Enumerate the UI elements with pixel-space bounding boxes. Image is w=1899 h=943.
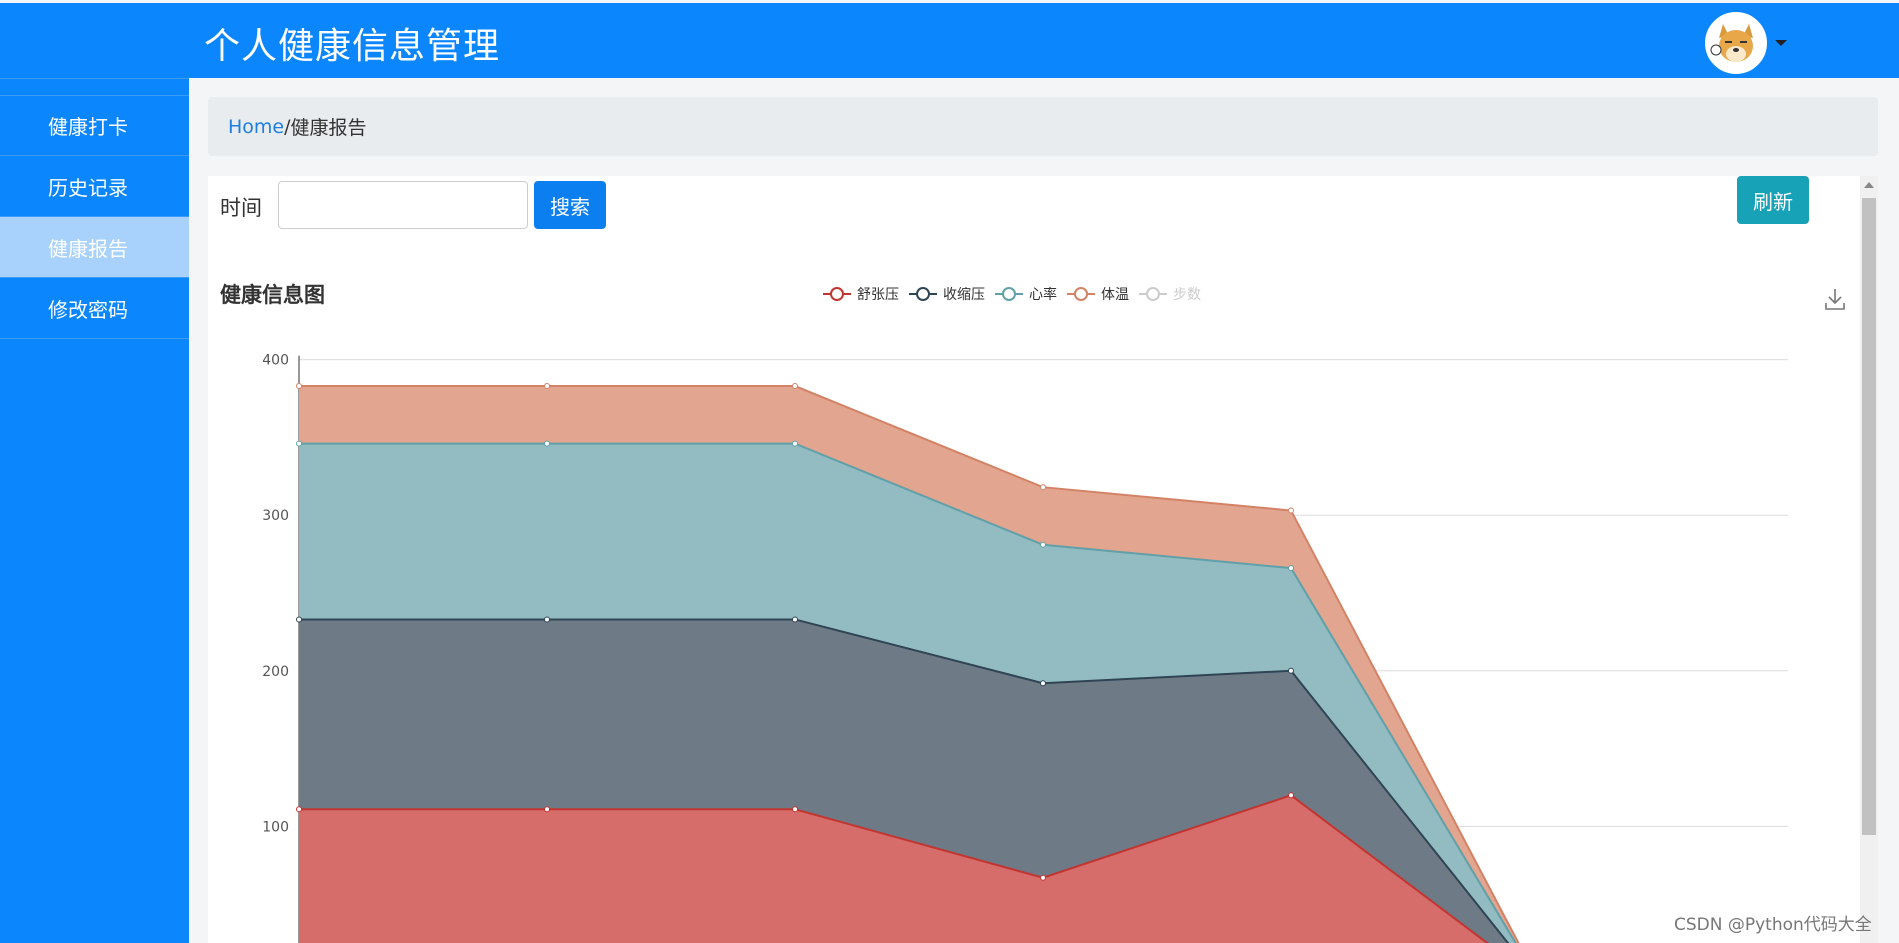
- breadcrumb-current: 健康报告: [290, 117, 367, 139]
- data-point[interactable]: [1288, 565, 1294, 572]
- breadcrumb: Home / 健康报告: [208, 97, 1878, 156]
- legend-item[interactable]: 心率: [995, 284, 1057, 304]
- data-point[interactable]: [544, 806, 550, 813]
- avatar[interactable]: [1705, 12, 1767, 74]
- chart-title: 健康信息图: [220, 283, 325, 307]
- legend-label: 心率: [1029, 287, 1057, 303]
- sidebar-item-password[interactable]: 修改密码: [0, 278, 189, 339]
- legend-marker-icon: [823, 287, 851, 301]
- legend-item[interactable]: 舒张压: [823, 284, 899, 304]
- legend-marker-icon: [909, 287, 937, 301]
- search-button[interactable]: 搜索: [534, 181, 606, 229]
- legend-label: 舒张压: [857, 287, 899, 303]
- watermark: CSDN @Python代码大全: [1674, 915, 1872, 935]
- refresh-button[interactable]: 刷新: [1737, 176, 1809, 224]
- legend-label: 步数: [1173, 287, 1201, 303]
- data-point[interactable]: [544, 616, 550, 623]
- data-point[interactable]: [296, 383, 302, 390]
- y-tick-label: 200: [262, 664, 289, 680]
- legend-item[interactable]: 步数: [1139, 284, 1201, 304]
- data-point[interactable]: [1040, 541, 1046, 548]
- top-header: 个人健康信息管理: [0, 3, 1899, 78]
- data-point[interactable]: [296, 616, 302, 623]
- data-point[interactable]: [1040, 484, 1046, 491]
- sidebar-item-label: 修改密码: [48, 297, 128, 322]
- legend-item[interactable]: 体温: [1067, 284, 1129, 304]
- y-tick-label: 300: [262, 508, 289, 524]
- sidebar: 健康打卡 历史记录 健康报告 修改密码: [0, 78, 189, 943]
- chevron-down-icon[interactable]: [1775, 40, 1787, 46]
- sidebar-item-report[interactable]: 健康报告: [0, 217, 189, 278]
- legend-marker-icon: [1139, 287, 1167, 301]
- report-panel: 时间 搜索 刷新 健康信息图 舒张压 收缩压 心率 体温 步数 100 200 300 400: [208, 176, 1878, 943]
- breadcrumb-home-link[interactable]: Home: [228, 116, 284, 138]
- sidebar-item-label: 健康报告: [48, 236, 128, 261]
- shiba-avatar-icon: [1707, 14, 1765, 72]
- data-point[interactable]: [1040, 874, 1046, 881]
- user-menu[interactable]: [1705, 11, 1787, 75]
- scrollbar-thumb[interactable]: [1862, 198, 1876, 835]
- sidebar-item-label: 历史记录: [48, 175, 128, 200]
- sidebar-item-label: 健康打卡: [48, 115, 128, 139]
- time-label: 时间: [220, 196, 262, 220]
- data-point[interactable]: [544, 383, 550, 390]
- y-tick-label: 400: [262, 353, 289, 369]
- app-title: 个人健康信息管理: [204, 26, 501, 67]
- data-point[interactable]: [1288, 792, 1294, 799]
- legend-marker-icon: [1067, 287, 1095, 301]
- sidebar-item-history[interactable]: 历史记录: [0, 156, 189, 217]
- data-point[interactable]: [792, 440, 798, 447]
- data-point[interactable]: [792, 806, 798, 813]
- data-point[interactable]: [1288, 507, 1294, 514]
- data-point[interactable]: [544, 440, 550, 447]
- sidebar-item-checkin[interactable]: 健康打卡: [0, 95, 189, 156]
- health-area-chart: 100 200 300 400: [262, 353, 1788, 943]
- data-point[interactable]: [792, 383, 798, 390]
- legend-marker-icon: [995, 287, 1023, 301]
- download-icon[interactable]: [1823, 286, 1847, 312]
- y-tick-label: 100: [262, 819, 289, 835]
- legend-label: 收缩压: [943, 287, 985, 303]
- legend-label: 体温: [1101, 287, 1129, 303]
- time-input[interactable]: [278, 181, 528, 229]
- data-point[interactable]: [792, 616, 798, 623]
- scroll-up-icon[interactable]: [1864, 182, 1874, 188]
- chart-legend: 舒张压 收缩压 心率 体温 步数: [823, 284, 1201, 304]
- data-point[interactable]: [296, 806, 302, 813]
- data-point[interactable]: [1040, 680, 1046, 687]
- data-point[interactable]: [296, 440, 302, 447]
- scrollbar[interactable]: [1860, 176, 1878, 943]
- legend-item[interactable]: 收缩压: [909, 284, 985, 304]
- data-point[interactable]: [1288, 667, 1294, 674]
